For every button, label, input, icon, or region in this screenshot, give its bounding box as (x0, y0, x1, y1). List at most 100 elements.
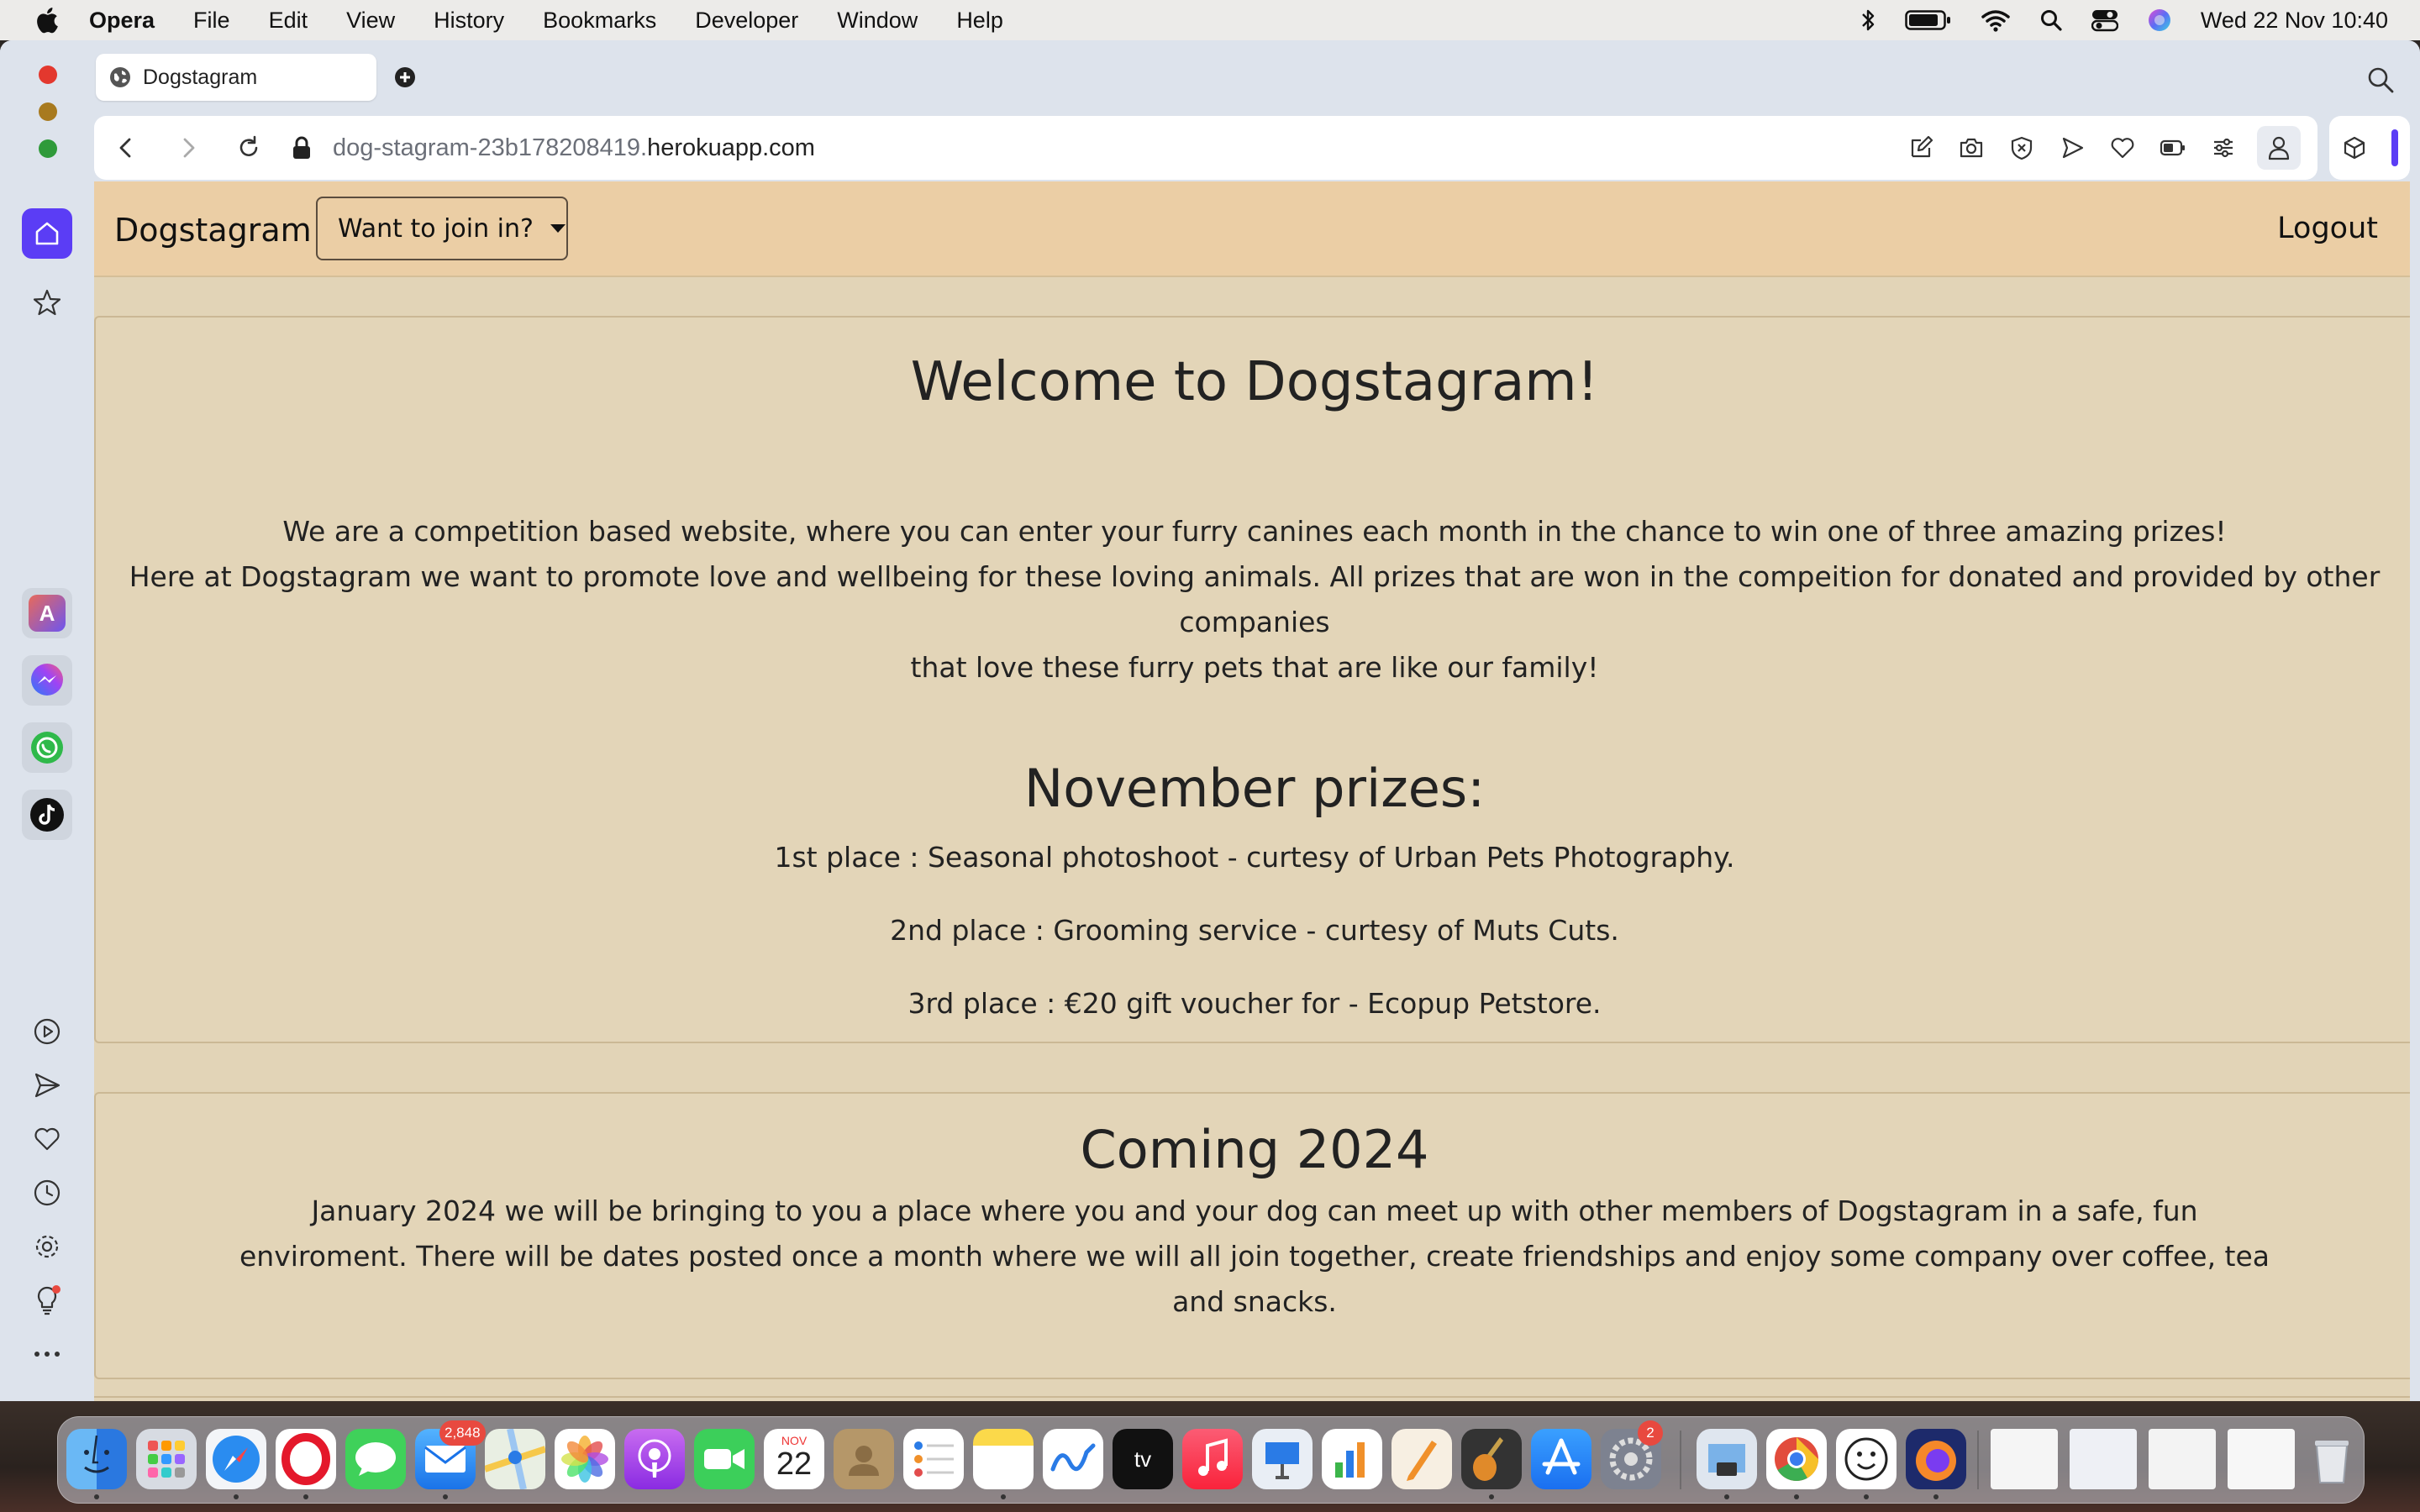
dock-photos-icon[interactable] (555, 1429, 615, 1489)
adblock-icon (2011, 136, 2033, 160)
sidebar-send-button[interactable] (30, 1068, 64, 1102)
dock-opera-icon[interactable] (276, 1429, 336, 1489)
coming-line-1: January 2024 we will be bringing to you … (311, 1194, 2198, 1227)
siri-icon[interactable] (2147, 8, 2172, 33)
tv-logo-text: tv (1134, 1446, 1152, 1472)
lock-icon[interactable] (289, 135, 314, 160)
dock-launchpad-icon[interactable] (136, 1429, 197, 1489)
dock-recent-window-1[interactable] (1991, 1429, 2058, 1489)
sidebar-home-button[interactable] (22, 208, 72, 259)
tab-search-icon[interactable] (2366, 66, 2395, 94)
dock-finder-icon[interactable] (66, 1429, 127, 1489)
dock-running-dot (1489, 1494, 1494, 1499)
minimize-window-button[interactable] (39, 102, 57, 121)
bluetooth-icon[interactable] (1860, 8, 1876, 33)
easy-setup-button[interactable] (2207, 131, 2240, 165)
dock-tv-icon[interactable]: tv (1113, 1429, 1173, 1489)
sidebar-whatsapp-button[interactable] (22, 722, 72, 773)
control-center-icon[interactable] (2091, 8, 2118, 32)
extension-accent-bar[interactable] (2391, 129, 2398, 166)
sidebar-messenger-button[interactable] (22, 655, 72, 706)
dock-safari-icon[interactable] (206, 1429, 266, 1489)
wifi-icon[interactable] (1981, 8, 2011, 32)
dock-music-icon[interactable] (1182, 1429, 1243, 1489)
snapshot-button[interactable] (1954, 131, 1988, 165)
join-dropdown-button[interactable]: Want to join in? (316, 197, 568, 260)
plus-icon (395, 67, 415, 87)
dock-app-store-icon[interactable] (1531, 1429, 1591, 1489)
dock-garageband-icon[interactable] (1461, 1429, 1522, 1489)
caret-down-icon (550, 224, 566, 233)
sidebar-aria-button[interactable]: A (22, 588, 72, 638)
web-page: Dogstagram Want to join in? Logout Welco… (94, 181, 2410, 1401)
dock-running-dot (1724, 1494, 1729, 1499)
profile-icon (2268, 136, 2290, 160)
dock-keynote-icon[interactable] (1252, 1429, 1313, 1489)
sidebar-player-button[interactable] (30, 1015, 64, 1048)
dock-chrome-icon[interactable] (1766, 1429, 1827, 1489)
menu-edit[interactable]: Edit (269, 8, 308, 34)
dock-facetime-icon[interactable] (694, 1429, 755, 1489)
spotlight-icon[interactable] (2039, 8, 2063, 32)
dock-running-dot (303, 1494, 308, 1499)
dock-face-app-icon[interactable] (1836, 1429, 1897, 1489)
menubar-clock[interactable]: Wed 22 Nov 10:40 (2201, 8, 2388, 34)
forward-button[interactable] (171, 131, 205, 165)
url-domain: herokuapp.com (647, 134, 815, 161)
dock-maps-icon[interactable] (485, 1429, 545, 1489)
dock-freeform-icon[interactable] (1043, 1429, 1103, 1489)
dock-reminders-icon[interactable] (903, 1429, 964, 1489)
dock-recent-window-3[interactable] (2149, 1429, 2216, 1489)
send-icon (34, 1073, 60, 1098)
dock-preview-icon[interactable] (1697, 1429, 1757, 1489)
sidebar-tiktok-button[interactable] (22, 790, 72, 840)
battery-icon[interactable] (1905, 8, 1952, 32)
dock-pages-icon[interactable] (1392, 1429, 1452, 1489)
dock-trash-icon[interactable] (2302, 1429, 2362, 1489)
menu-help[interactable]: Help (956, 8, 1003, 34)
profile-button[interactable] (2257, 126, 2301, 170)
back-button[interactable] (109, 131, 143, 165)
menu-app-name[interactable]: Opera (89, 8, 155, 34)
menu-window[interactable]: Window (837, 8, 918, 34)
menu-file[interactable]: File (193, 8, 230, 34)
dock-podcasts-icon[interactable] (624, 1429, 685, 1489)
welcome-line-2: Here at Dogstagram we want to promote lo… (129, 560, 2381, 638)
dock-running-dot (443, 1494, 448, 1499)
logout-link[interactable]: Logout (2277, 212, 2378, 245)
heart-icon (34, 1127, 60, 1151)
flow-button[interactable] (2055, 131, 2089, 165)
new-tab-button[interactable] (392, 64, 418, 91)
dock-messages-icon[interactable] (345, 1429, 406, 1489)
menu-bookmarks[interactable]: Bookmarks (543, 8, 656, 34)
menu-view[interactable]: View (346, 8, 395, 34)
sidebar-more-button[interactable] (30, 1337, 64, 1371)
dock-notes-icon[interactable] (973, 1429, 1034, 1489)
site-brand-link[interactable]: Dogstagram (114, 212, 312, 249)
dock-firefox-icon[interactable] (1906, 1429, 1966, 1489)
dock-recent-window-4[interactable] (2228, 1429, 2295, 1489)
url-field[interactable]: dog-stagram-23b178208419.herokuapp.com (333, 134, 815, 162)
dock-calendar-icon[interactable]: NOV 22 (764, 1429, 824, 1489)
sidebar-speed-dial-button[interactable] (30, 286, 64, 319)
menu-history[interactable]: History (434, 8, 504, 34)
reload-button[interactable] (232, 131, 266, 165)
sidebar-bookmarks-button[interactable] (30, 1122, 64, 1156)
dock-numbers-icon[interactable] (1322, 1429, 1382, 1489)
sidebar-tips-button[interactable] (30, 1284, 64, 1317)
edit-page-button[interactable] (1904, 131, 1938, 165)
adblock-button[interactable] (2005, 131, 2039, 165)
apple-icon[interactable] (34, 5, 64, 35)
dock-recent-window-2[interactable] (2070, 1429, 2137, 1489)
tab-dogstagram[interactable]: Dogstagram (96, 54, 376, 101)
zoom-window-button[interactable] (39, 139, 57, 158)
close-window-button[interactable] (39, 66, 57, 84)
star-icon (33, 289, 61, 316)
menu-developer[interactable]: Developer (695, 8, 798, 34)
bookmark-page-button[interactable] (2106, 131, 2139, 165)
sidebar-settings-button[interactable] (30, 1230, 64, 1263)
dock-contacts-icon[interactable] (834, 1429, 894, 1489)
extensions-cube-icon[interactable] (2342, 135, 2367, 160)
battery-saver-button[interactable] (2156, 131, 2190, 165)
sidebar-history-button[interactable] (30, 1176, 64, 1210)
